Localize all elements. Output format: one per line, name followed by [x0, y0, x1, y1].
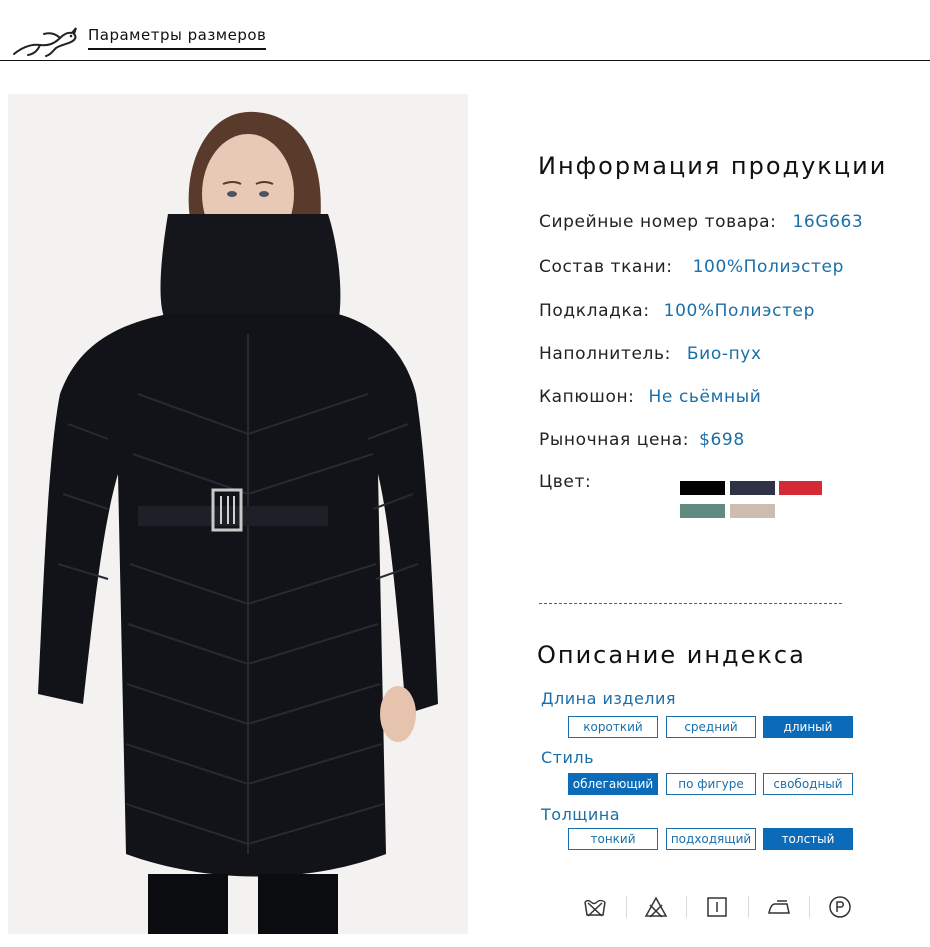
option-length-long[interactable]: длиный	[763, 716, 853, 738]
spec-label: Капюшон:	[539, 387, 635, 407]
section-divider	[539, 603, 842, 604]
care-separator	[809, 896, 810, 918]
spec-row-color: Цвет:	[539, 472, 591, 492]
spec-value: $698	[699, 430, 745, 450]
color-swatch-green[interactable]	[680, 504, 725, 518]
spec-row-lining: Подкладка: 100%Полиэстер	[539, 301, 815, 321]
option-thickness-thin[interactable]: тонкий	[568, 828, 658, 850]
spec-label: Подкладка:	[539, 301, 650, 321]
no-bleach-icon	[644, 896, 668, 918]
page-header-title: Параметры размеров	[88, 26, 267, 50]
option-style-loose[interactable]: свободный	[763, 773, 853, 795]
spec-value: 16G663	[792, 212, 864, 232]
option-thickness-medium[interactable]: подходящий	[666, 828, 756, 850]
option-style-fitted[interactable]: по фигуре	[666, 773, 756, 795]
spec-value: Био-пух	[686, 344, 762, 364]
brand-logo-icon	[13, 27, 77, 57]
spec-label: Состав ткани:	[539, 257, 673, 277]
spec-label: Рыночная цена:	[539, 430, 690, 450]
option-style-slim[interactable]: облегающий	[568, 773, 658, 795]
care-separator	[626, 896, 627, 918]
product-photo	[8, 94, 468, 934]
spec-row-filler: Наполнитель: Био-пух	[539, 344, 762, 364]
care-separator	[748, 896, 749, 918]
page-header: Параметры размеров	[0, 0, 930, 62]
no-wash-icon	[584, 899, 606, 917]
option-length-short[interactable]: короткий	[568, 716, 658, 738]
header-divider	[0, 60, 930, 61]
option-length-medium[interactable]: средний	[666, 716, 756, 738]
color-swatch-navy[interactable]	[730, 481, 775, 495]
color-swatch-red[interactable]	[779, 481, 822, 495]
spec-row-price: Рыночная цена: $698	[539, 430, 745, 450]
spec-label: Цвет:	[539, 472, 592, 492]
category-label-thickness: Толщина	[541, 805, 621, 824]
index-title: Описание индекса	[537, 641, 806, 669]
spec-value: 100%Полиэстер	[692, 257, 844, 277]
spec-row-hood: Капюшон: Не сьёмный	[539, 387, 761, 407]
spec-row-sku: Сирейные номер товара: 16G663	[539, 212, 863, 232]
category-label-style: Стиль	[541, 748, 595, 767]
spec-label: Сирейные номер товара:	[539, 212, 777, 232]
spec-row-fabric: Состав ткани: 100%Полиэстер	[539, 257, 844, 277]
product-info-title: Информация продукции	[538, 152, 888, 180]
tumble-dry-icon	[707, 897, 727, 917]
color-swatch-beige[interactable]	[730, 504, 775, 518]
iron-icon	[768, 900, 790, 914]
dry-clean-p-icon	[829, 896, 851, 918]
category-label-length: Длина изделия	[541, 689, 677, 708]
spec-value: Не сьёмный	[648, 387, 762, 407]
care-separator	[686, 896, 687, 918]
option-thickness-thick[interactable]: толстый	[763, 828, 853, 850]
spec-value: 100%Полиэстер	[663, 301, 815, 321]
spec-label: Наполнитель:	[539, 344, 671, 364]
color-swatch-black[interactable]	[680, 481, 725, 495]
